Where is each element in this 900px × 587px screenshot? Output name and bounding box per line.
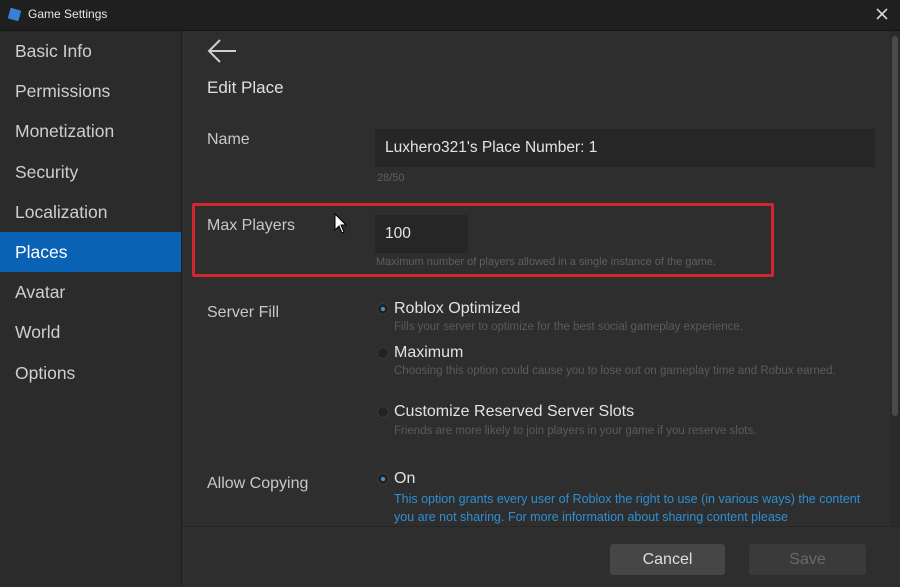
name-label: Name (207, 131, 250, 148)
radio-desc-customize-slots: Friends are more likely to join players … (394, 425, 757, 437)
sidebar-item-options[interactable]: Options (0, 353, 181, 393)
name-char-count: 28/50 (377, 172, 405, 184)
roblox-studio-icon (7, 7, 22, 22)
scrollbar[interactable] (890, 31, 900, 526)
radio-label-roblox-optimized[interactable]: Roblox Optimized (394, 300, 520, 318)
max-players-label: Max Players (207, 217, 296, 234)
cancel-button[interactable]: Cancel (610, 544, 725, 575)
radio-label-maximum[interactable]: Maximum (394, 344, 463, 362)
sidebar-item-places[interactable]: Places (0, 231, 181, 273)
sidebar-item-security[interactable]: Security (0, 152, 181, 192)
mouse-cursor-icon (334, 212, 348, 235)
sidebar-item-monetization[interactable]: Monetization (0, 111, 181, 151)
sidebar-item-permissions[interactable]: Permissions (0, 71, 181, 111)
allow-copying-label: Allow Copying (207, 475, 309, 492)
close-icon (876, 8, 888, 20)
radio-label-copying-on[interactable]: On (394, 470, 415, 488)
back-button[interactable] (206, 37, 238, 65)
radio-roblox-optimized[interactable] (377, 303, 389, 315)
settings-content: Edit Place Name Luxhero321's Place Numbe… (182, 31, 890, 526)
save-button[interactable]: Save (749, 544, 866, 575)
sidebar-item-basic-info[interactable]: Basic Info (0, 31, 181, 71)
arrow-left-icon (207, 39, 236, 63)
sidebar: Basic Info Permissions Monetization Secu… (0, 31, 182, 586)
footer: Cancel Save (182, 526, 900, 587)
close-button[interactable] (872, 4, 892, 24)
radio-copying-on[interactable] (377, 473, 389, 485)
place-name-input[interactable]: Luxhero321's Place Number: 1 (375, 129, 875, 167)
title-bar: Game Settings (0, 0, 900, 31)
radio-desc-roblox-optimized: Fills your server to optimize for the be… (394, 321, 743, 333)
max-players-helper: Maximum number of players allowed in a s… (376, 256, 716, 268)
radio-desc-maximum: Choosing this option could cause you to … (394, 365, 836, 377)
page-title: Edit Place (207, 78, 284, 97)
window-title: Game Settings (28, 7, 108, 21)
radio-customize-slots[interactable] (377, 406, 389, 418)
max-players-input[interactable]: 100 (375, 215, 468, 253)
sidebar-item-avatar[interactable]: Avatar (0, 272, 181, 312)
sidebar-item-world[interactable]: World (0, 312, 181, 352)
scrollbar-thumb[interactable] (892, 36, 898, 416)
server-fill-label: Server Fill (207, 304, 280, 321)
radio-label-customize-slots[interactable]: Customize Reserved Server Slots (394, 403, 634, 421)
allow-copying-desc: This option grants every user of Roblox … (394, 492, 861, 524)
sidebar-item-localization[interactable]: Localization (0, 192, 181, 232)
radio-maximum[interactable] (377, 347, 389, 359)
